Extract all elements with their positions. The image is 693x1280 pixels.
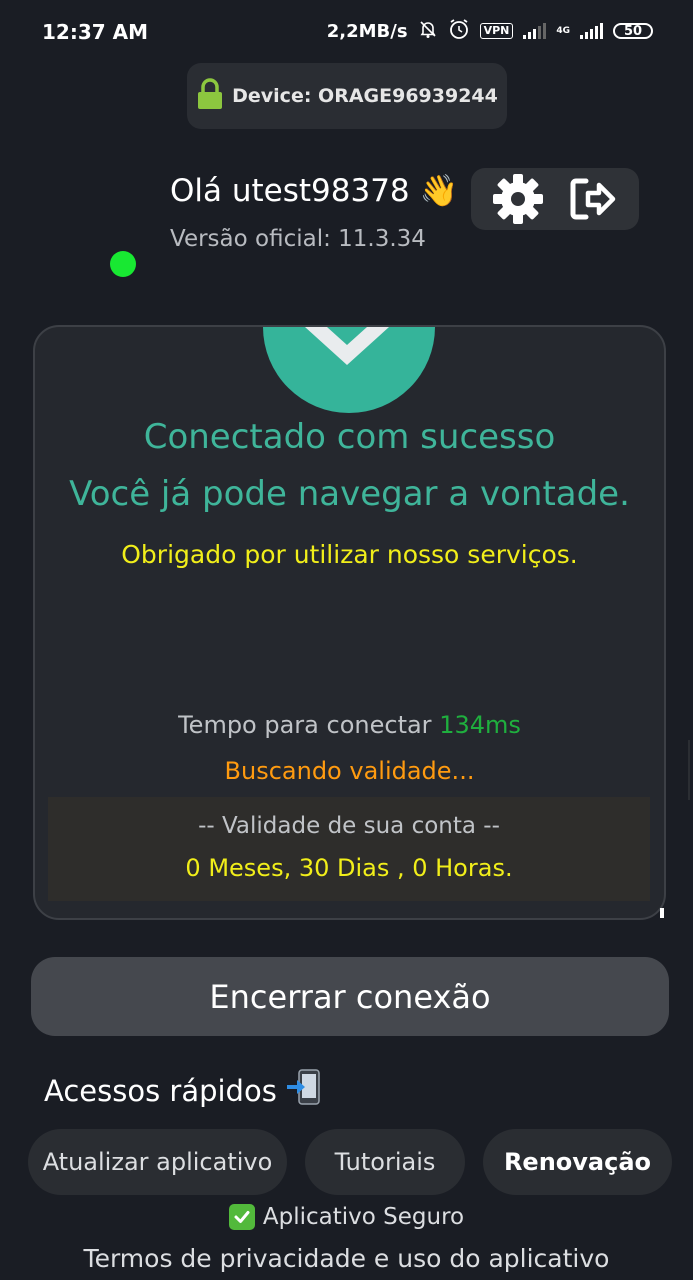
status-time: 12:37 AM bbox=[42, 20, 149, 44]
renewal-button[interactable]: Renovação bbox=[483, 1129, 672, 1195]
alarm-icon bbox=[448, 18, 470, 44]
connect-time-label: Tempo para conectar bbox=[178, 711, 440, 739]
thanks-message: Obrigado por utilizar nosso serviços. bbox=[121, 540, 578, 569]
secure-app-label: Aplicativo Seguro bbox=[262, 1204, 465, 1230]
network-speed: 2,2MB/s bbox=[326, 20, 408, 42]
status-bar: 12:37 AM 2,2MB/s VPN 4G 50 bbox=[0, 0, 693, 64]
wifi-signal-icon bbox=[523, 23, 547, 39]
secure-app-badge: Aplicativo Seguro bbox=[0, 1204, 693, 1230]
quick-access-label: Acessos rápidos bbox=[44, 1073, 277, 1108]
settings-button[interactable] bbox=[490, 171, 546, 227]
mute-bell-icon bbox=[418, 19, 438, 43]
lock-icon bbox=[196, 78, 224, 114]
cell-signal-icon bbox=[580, 23, 603, 39]
status-icons: 2,2MB/s VPN 4G 50 bbox=[327, 18, 653, 44]
end-connection-button[interactable]: Encerrar conexão bbox=[31, 957, 669, 1036]
quick-access-title: Acessos rápidos bbox=[44, 1068, 321, 1113]
connect-time-value: 134ms bbox=[439, 711, 521, 739]
phone-arrow-icon bbox=[285, 1068, 321, 1113]
mobile-network: 4G bbox=[556, 25, 570, 36]
connected-message: Conectado com sucesso bbox=[143, 417, 556, 457]
validity-panel: -- Validade de sua conta -- 0 Meses, 30 … bbox=[48, 797, 650, 901]
device-badge: Device: ORAGE96939244 bbox=[187, 63, 507, 129]
gear-icon bbox=[493, 174, 543, 224]
validity-value: 0 Meses, 30 Dias , 0 Horas. bbox=[185, 854, 513, 882]
browse-message: Você já pode navegar a vontade. bbox=[69, 474, 630, 514]
validity-title: -- Validade de sua conta -- bbox=[198, 813, 500, 839]
scroll-track bbox=[688, 740, 690, 800]
tutorials-button[interactable]: Tutoriais bbox=[305, 1129, 465, 1195]
device-id: Device: ORAGE96939244 bbox=[232, 85, 498, 107]
update-app-button[interactable]: Atualizar aplicativo bbox=[28, 1129, 287, 1195]
connect-time: Tempo para conectar 134ms bbox=[35, 711, 664, 739]
header-actions bbox=[471, 168, 639, 230]
vpn-badge: VPN bbox=[479, 23, 514, 39]
validity-search-status: Buscando validade... bbox=[224, 757, 475, 785]
greeting-text: Olá utest98378 👋 bbox=[170, 173, 459, 209]
app-version: Versão oficial: 11.3.34 bbox=[170, 226, 426, 252]
connection-status-card: Conectado com sucesso Você já pode naveg… bbox=[33, 325, 666, 920]
battery-indicator: 50 bbox=[613, 23, 653, 39]
terms-link[interactable]: Termos de privacidade e uso do aplicativ… bbox=[0, 1244, 693, 1273]
network-type: 4G bbox=[556, 25, 570, 36]
online-status-dot bbox=[110, 251, 136, 277]
check-icon bbox=[228, 1204, 255, 1230]
logout-icon bbox=[570, 178, 616, 220]
scroll-indicator bbox=[660, 908, 664, 918]
logout-button[interactable] bbox=[564, 171, 620, 227]
